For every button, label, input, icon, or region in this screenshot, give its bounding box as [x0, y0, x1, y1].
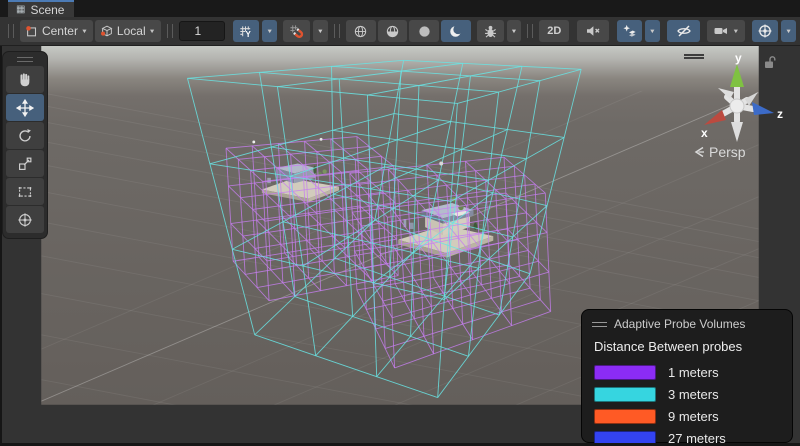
- debug-draw-dropdown[interactable]: ▼: [507, 20, 522, 42]
- tool-scale[interactable]: [6, 150, 44, 177]
- scene-effects-button[interactable]: [617, 20, 642, 42]
- snap-dropdown[interactable]: ▼: [313, 20, 328, 42]
- scene-effects-dropdown[interactable]: ▼: [645, 20, 660, 42]
- hand-tool-icon: [16, 71, 34, 89]
- rotate-tool-icon: [16, 127, 34, 145]
- gizmo-axis-z[interactable]: [752, 102, 774, 115]
- gizmo-axis-neg-y[interactable]: [731, 122, 743, 142]
- grid-snap-button[interactable]: Y: [233, 20, 260, 42]
- swatch-27m: [594, 431, 656, 446]
- legend-row: 3 meters: [594, 383, 782, 405]
- audio-toggle-button[interactable]: [577, 20, 609, 42]
- gizmos-dropdown[interactable]: ▼: [781, 20, 796, 42]
- grid-size-input[interactable]: [179, 21, 225, 41]
- scene-camera-icon: [713, 23, 729, 39]
- tools-overlay: [2, 51, 48, 239]
- pivot-mode-button[interactable]: Center ▼: [20, 20, 93, 42]
- audio-muted-icon: [585, 23, 601, 39]
- grid-snap-y-icon: Y: [238, 24, 253, 39]
- chevron-down-icon: ▼: [732, 28, 739, 34]
- swatch-1m: [594, 365, 656, 380]
- gizmo-axis-y[interactable]: [730, 64, 744, 87]
- shaded-sphere-icon: [417, 24, 432, 39]
- projection-label: Persp: [709, 144, 746, 160]
- tab-bar: ▦ Scene: [0, 0, 800, 17]
- gizmo-axis-neg-x[interactable]: [745, 92, 758, 106]
- legend-drag-handle[interactable]: [592, 322, 607, 327]
- legend-subtitle: Distance Between probes: [594, 339, 782, 354]
- cube-local-icon: [100, 24, 114, 38]
- hidden-objects-button[interactable]: [667, 20, 701, 42]
- legend-title: Adaptive Probe Volumes: [614, 317, 745, 331]
- swatch-9m: [594, 409, 656, 424]
- tool-rotate[interactable]: [6, 122, 44, 149]
- scene-effects-icon: [622, 23, 637, 39]
- gizmo-label-z: z: [777, 107, 783, 121]
- svg-text:Y: Y: [246, 30, 252, 39]
- scene-lighting-button[interactable]: [441, 20, 471, 42]
- tools-overlay-drag-handle[interactable]: [17, 57, 33, 62]
- shaded-wireframe-button[interactable]: [378, 20, 408, 42]
- debug-draw-button[interactable]: [477, 20, 504, 42]
- legend-label-1m: 1 meters: [668, 365, 719, 380]
- gizmos-icon: [757, 23, 773, 39]
- tool-hand[interactable]: [6, 66, 44, 93]
- pivot-mode-label: Center: [42, 24, 78, 38]
- tool-rect[interactable]: [6, 178, 44, 205]
- unity-scene-view: ▦ Scene Center ▼ Local ▼: [0, 0, 800, 446]
- scene-toolbar: Center ▼ Local ▼ Y ▼: [0, 17, 800, 46]
- gizmo-center-cube[interactable]: [730, 99, 744, 113]
- gizmo-label-x: x: [701, 126, 708, 140]
- tab-scene[interactable]: ▦ Scene: [8, 0, 74, 17]
- tool-move[interactable]: [6, 94, 44, 121]
- orientation-button[interactable]: Local ▼: [95, 20, 161, 42]
- projection-toggle[interactable]: Persp: [694, 144, 746, 160]
- rect-tool-icon: [16, 183, 34, 201]
- pivot-center-icon: [25, 24, 39, 38]
- toolbar-drag-handle[interactable]: [8, 24, 14, 38]
- legend-label-3m: 3 meters: [668, 387, 719, 402]
- magnet-snap-icon: [289, 24, 304, 39]
- toolbar-separator: [167, 24, 173, 38]
- lock-open-icon[interactable]: [764, 55, 777, 69]
- persp-chevron-icon: [694, 145, 705, 159]
- move-tool-icon: [16, 99, 34, 117]
- scene-viewport: y x z Persp Adaptive Probe Volumes Dista…: [0, 46, 800, 446]
- bug-debug-icon: [483, 24, 498, 39]
- toolbar-separator: [334, 24, 340, 38]
- legend-row: 1 meters: [594, 361, 782, 383]
- grid-snap-dropdown[interactable]: ▼: [262, 20, 277, 42]
- 2d-mode-button[interactable]: 2D: [539, 20, 569, 42]
- crescent-moon-lighting-icon: [448, 24, 463, 39]
- scene-tab-grid-icon: ▦: [16, 5, 25, 15]
- legend-label-27m: 27 meters: [668, 431, 726, 446]
- chevron-down-icon: ▼: [81, 28, 88, 34]
- wireframe-sphere-icon: [353, 24, 368, 39]
- chevron-down-icon: ▼: [149, 28, 156, 34]
- shaded-wireframe-sphere-icon: [385, 24, 400, 39]
- legend-label-9m: 9 meters: [668, 409, 719, 424]
- tab-title: Scene: [30, 3, 64, 17]
- legend-row: 9 meters: [594, 405, 782, 427]
- tool-transform[interactable]: [6, 206, 44, 233]
- hidden-objects-eye-icon: [676, 23, 692, 39]
- swatch-3m: [594, 387, 656, 402]
- 2d-mode-label: 2D: [547, 25, 561, 37]
- orientation-label: Local: [117, 24, 146, 38]
- scene-camera-button[interactable]: ▼: [707, 20, 745, 42]
- shaded-mode-button[interactable]: [409, 20, 439, 42]
- wireframe-mode-button[interactable]: [346, 20, 376, 42]
- apv-legend-panel: Adaptive Probe Volumes Distance Between …: [581, 309, 793, 443]
- gizmo-label-y: y: [735, 51, 742, 65]
- legend-row: 27 meters: [594, 427, 782, 446]
- snap-button[interactable]: [283, 20, 310, 42]
- gizmos-button[interactable]: [752, 20, 778, 42]
- transform-tool-icon: [16, 211, 34, 229]
- gizmo-axis-x[interactable]: [704, 110, 726, 125]
- scale-tool-icon: [16, 155, 34, 173]
- toolbar-separator: [527, 24, 533, 38]
